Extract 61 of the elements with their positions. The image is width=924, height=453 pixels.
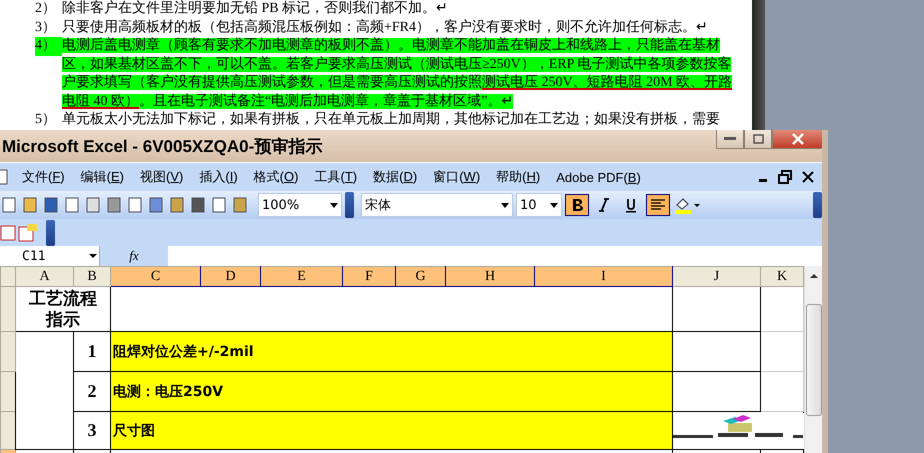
cell-text: 工艺流程 [28, 288, 98, 309]
bold-button[interactable] [565, 194, 589, 216]
table-cell: 电测：电压250V [110, 372, 672, 412]
toolbar-options-icon[interactable] [46, 220, 55, 246]
column-header[interactable]: E [260, 266, 342, 286]
cell-text: 指示 [44, 309, 81, 330]
table-cell: 尺寸图 [110, 412, 672, 450]
table-cell: 阻焊对位公差+/-2mil [110, 332, 672, 372]
scroll-up-icon[interactable] [810, 273, 818, 279]
close-icon[interactable] [802, 171, 814, 183]
column-header[interactable]: A [16, 266, 74, 286]
menu-item[interactable]: Adobe PDF(B) [548, 170, 649, 184]
italic-icon [598, 198, 610, 212]
paragraph-text: 电测后盖电测章（顾客有要求不加电测章的板则不盖）。电测章不能加盖在铜皮上和线路上，只能盖在基材区，如果基材区盖不下，可以不盖。若客户要求高压测试（测试电压≥250V），ERP 电子测试中各项参数按客户要求填写（客户没有提供高压测试参数，但是需要高压测试的按照测试电压 250V、短路电阻 20M 欧、开路电阻 40 欧）。且在电子测试备注“电测后加电测章，章盖于基材区域”。↵ [62, 37, 734, 110]
close-icon [791, 133, 805, 145]
font-size-field[interactable]: 10 [516, 193, 562, 217]
column-header[interactable]: I [534, 266, 672, 286]
maximize-icon [752, 134, 764, 144]
align-left-button[interactable] [646, 194, 670, 216]
menu-item[interactable]: 文件(F) [14, 168, 73, 186]
column-header[interactable]: G [396, 266, 446, 286]
row-header[interactable] [0, 412, 16, 450]
function-label[interactable]: fx [100, 246, 168, 266]
menu-item[interactable]: 格式(O) [246, 168, 306, 186]
menu-item[interactable]: 工具(T) [306, 168, 366, 186]
paragraph-text: 只要使用高频板材的板（包括高频混压板例如：高频+FR4），客户没有要求时，则不允许加任何标志。↵ [62, 18, 710, 36]
menu-item[interactable]: 窗口(W) [425, 168, 488, 186]
menu-item[interactable]: 视图(V) [132, 168, 192, 186]
font-field[interactable]: 宋体 [361, 193, 513, 217]
paragraph-text: 单元板太小无法加下标记，如果有拼板，只在单元板上加周期，其他标记加在工艺边；如果没有拼板，需要 [62, 111, 721, 129]
close-button[interactable] [772, 130, 822, 149]
column-header[interactable]: D [200, 266, 260, 286]
list-number: 2） [35, 0, 57, 18]
column-header[interactable]: B [74, 266, 110, 286]
vertical-scrollbar[interactable] [804, 266, 822, 453]
minimize-icon [724, 137, 736, 141]
paragraph-text: 除非客户在文件里注明要加无铅 PB 标记，否则我们都不加。↵ [62, 0, 450, 18]
menu-item[interactable]: 插入(I) [191, 168, 246, 186]
column-header[interactable]: K [760, 266, 804, 286]
menu-item[interactable]: 数据(D) [365, 168, 426, 186]
column-header[interactable]: J [672, 266, 760, 286]
column-header[interactable]: H [446, 266, 534, 286]
list-number: 3） [35, 18, 57, 36]
restore-icon[interactable] [778, 170, 792, 184]
align-left-icon [651, 199, 665, 211]
minimize-button[interactable] [716, 130, 744, 149]
fill-color-icon[interactable] [673, 196, 701, 214]
menu-item[interactable]: 编辑(E) [72, 168, 132, 186]
maximize-button[interactable] [744, 130, 772, 149]
window-title: Microsoft Excel - 6V005XZQA0-预审指示 [1, 136, 322, 156]
menu-item[interactable]: 帮助(H) [488, 168, 548, 186]
underline-icon [625, 198, 637, 212]
scrollbar-thumb[interactable] [806, 304, 822, 416]
zoom-field[interactable]: 100% [258, 193, 342, 217]
bold-icon [571, 198, 583, 212]
document-icon[interactable] [0, 169, 8, 185]
column-header[interactable]: C [110, 266, 200, 286]
list-number: 4） [35, 37, 62, 56]
row-header[interactable] [0, 372, 16, 412]
column-header[interactable]: F [342, 266, 396, 286]
list-number: 5） [35, 111, 57, 129]
